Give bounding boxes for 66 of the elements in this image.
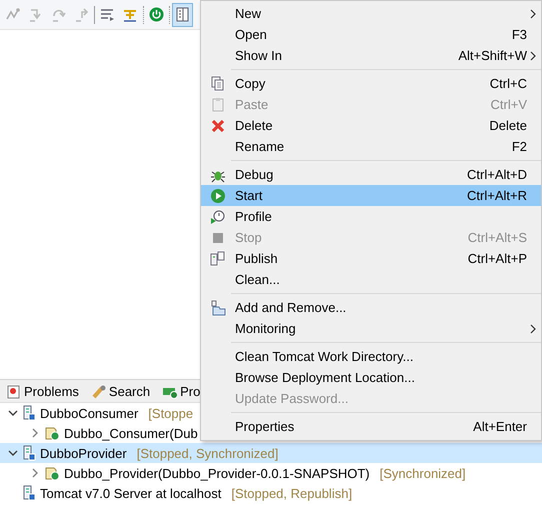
tree-row[interactable]: DubboConsumer [Stoppe [0,403,194,423]
tree-row[interactable]: Dubbo_Consumer(Dub [0,423,198,443]
menu-item[interactable]: Browse Deployment Location... [201,367,541,388]
server-icon [22,485,36,501]
module-icon [44,425,60,441]
server-icon [22,445,36,461]
clipboard-icon [210,96,226,112]
menu-item[interactable]: Rename F2 [201,136,541,157]
play-icon [210,188,226,204]
copy-icon [210,76,226,92]
node-status: [Stoppe [148,406,194,420]
menu-item[interactable]: Show In Alt+Shift+W [201,45,541,66]
stopwatch-icon [210,208,226,224]
collapse-icon[interactable] [8,448,18,458]
shortcut-label: Alt+Shift+W [458,48,527,63]
publish-icon [210,250,226,266]
menu-item[interactable]: Monitoring [201,318,541,339]
node-status: [Stopped, Synchronized] [136,446,278,460]
shortcut-label: Ctrl+Alt+P [468,251,527,266]
problems-icon [6,384,21,398]
menu-item[interactable]: Clean Tomcat Work Directory... [201,346,541,367]
tree-row[interactable]: Tomcat v7.0 Server at localhost [Stopped, Republish] [0,483,352,503]
module-icon [44,465,60,481]
node-name: DubboConsumer [40,406,138,420]
node-name: Tomcat v7.0 Server at localhost [40,486,222,500]
menu-item[interactable]: Publish Ctrl+Alt+P [201,248,541,269]
shortcut-label: F2 [512,139,527,154]
node-status: [Stopped, Republish] [231,486,352,500]
power-icon [148,6,165,23]
view-tab[interactable]: Pro [160,380,202,402]
flashlight-icon [90,384,106,398]
menu-item[interactable]: Copy Ctrl+C [201,73,541,94]
shortcut-label: Ctrl+Alt+R [467,188,527,203]
menu-item[interactable]: Add and Remove... [201,297,541,318]
folder-icon [210,300,226,316]
menu-item[interactable]: Delete Delete [201,115,541,136]
shortcut-label: Alt+Enter [473,419,527,434]
shortcut-label: F3 [512,27,527,42]
menu-item[interactable]: Clean... [201,269,541,290]
server-icon [22,405,36,421]
node-name: DubboProvider [40,446,127,460]
shortcut-label: Ctrl+Alt+S [468,230,527,245]
expand-icon[interactable] [30,428,40,438]
delete-icon [210,118,226,134]
shortcut-label: Ctrl+C [490,76,527,91]
node-status: [Synchronized] [380,466,466,480]
panel-button[interactable] [172,2,193,26]
list-icon [99,6,116,23]
shortcut-label: Ctrl+Alt+D [467,167,527,182]
expand-icon[interactable] [30,468,40,478]
tree-row[interactable]: DubboProvider [Stopped, Synchronized] [0,443,542,463]
view-tab[interactable]: Problems [4,380,81,402]
menu-item[interactable]: Debug Ctrl+Alt+D [201,164,541,185]
shortcut-label: Ctrl+V [490,97,527,112]
menu-item[interactable]: Start Ctrl+Alt+R [201,185,541,206]
panel-icon [174,6,191,23]
view-tab[interactable]: Search [88,380,152,402]
menu-item[interactable]: Properties Alt+Enter [201,416,541,437]
menu-item[interactable]: Open F3 [201,24,541,45]
step-return-icon [73,6,90,23]
collapse-icon[interactable] [8,408,18,418]
menu-item[interactable]: Profile [201,206,541,227]
node-name: Dubbo_Consumer(Dub [64,426,198,440]
node-name: Dubbo_Provider(Dubbo_Provider-0.0.1-SNAPSHOT) [64,466,370,480]
tree-row[interactable]: Dubbo_Provider(Dubbo_Provider-0.0.1-SNAPSHOT) [Synchronized] [0,463,466,483]
shortcut-label: Delete [489,118,527,133]
